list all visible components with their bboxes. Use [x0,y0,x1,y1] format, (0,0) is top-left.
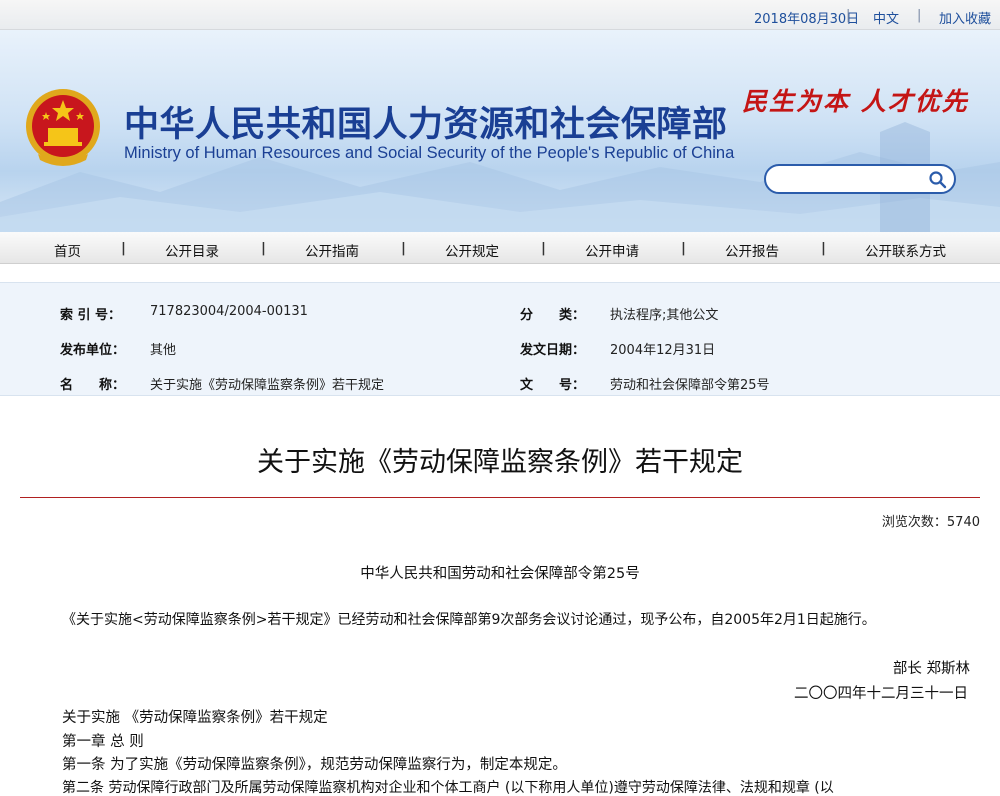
current-date: 2018年08月30日 [754,12,860,27]
nav-application[interactable]: 公开申请 [585,240,639,260]
body-line: 第二条 劳动保障行政部门及所属劳动保障监察机构对企业和个体工商户 (以下称用人单… [62,780,834,796]
index-label: 索 引 号： [60,308,122,323]
top-utility-bar: 2018年08月30日 | 中文 | 加入收藏 [0,0,1000,30]
document-metadata: 索 引 号： 717823004/2004-00131 分 类： 执法程序;其他… [0,282,1000,396]
search-box [764,164,956,194]
language-link[interactable]: 中文 [873,8,899,27]
nav-rules[interactable]: 公开规定 [445,240,499,260]
category-value: 执法程序;其他公文 [610,308,719,323]
nav-separator: | [681,240,686,256]
nav-separator: | [541,240,546,256]
nav-catalog[interactable]: 公开目录 [165,240,219,260]
search-input[interactable] [776,170,926,188]
doc-number-value: 劳动和社会保障部令第25号 [610,378,770,393]
category-label: 分 类： [520,308,586,323]
national-emblem-icon [26,89,100,166]
signer: 部长 郑斯林 [892,661,970,677]
title-divider [20,497,980,498]
article-title: 关于实施《劳动保障监察条例》若干规定 [257,447,743,478]
name-label: 名 称： [60,378,126,393]
issuer-label: 发布单位： [60,343,126,358]
doc-number-label: 文 号： [520,378,586,393]
body-line: 第一章 总 则 [62,734,144,750]
nav-report[interactable]: 公开报告 [725,240,779,260]
name-value: 关于实施《劳动保障监察条例》若干规定 [150,378,385,393]
add-favorite-link[interactable]: 加入收藏 [939,8,991,27]
site-title-cn: 中华人民共和国人力资源和社会保障部 [124,105,728,145]
topbar-separator: | [846,8,851,23]
index-value: 717823004/2004-00131 [150,304,308,319]
topbar-separator: | [917,8,922,23]
nav-contact[interactable]: 公开联系方式 [865,240,946,260]
nav-separator: | [401,240,406,256]
nav-home[interactable]: 首页 [54,240,81,260]
site-title-en: Ministry of Human Resources and Social S… [124,144,735,162]
issue-date-value: 2004年12月31日 [610,343,716,358]
issuer-value: 其他 [150,343,177,358]
announcement: 《关于实施<劳动保障监察条例>若干规定》已经劳动和社会保障部第9次部务会议讨论通… [62,612,876,628]
slogan: 民生为本 人才优先 [742,87,969,116]
sign-date: 二〇〇四年十二月三十一日 [794,686,968,702]
main-navigation: 首页 | 公开目录 | 公开指南 | 公开规定 | 公开申请 | 公开报告 | … [0,232,1000,264]
nav-separator: | [261,240,266,256]
issue-date-label: 发文日期： [520,343,586,358]
nav-guide[interactable]: 公开指南 [305,240,359,260]
nav-separator: | [821,240,826,256]
order-number: 中华人民共和国劳动和社会保障部令第25号 [360,566,640,582]
site-banner: 中华人民共和国人力资源和社会保障部 Ministry of Human Reso… [0,30,1000,232]
body-line: 第一条 为了实施《劳动保障监察条例》，规范劳动保障监察行为，制定本规定。 [62,757,567,773]
view-count: 浏览次数：5740 [881,515,980,530]
nav-separator: | [121,240,126,256]
search-icon[interactable] [928,170,948,190]
body-line: 关于实施 《劳动保障监察条例》若干规定 [62,710,328,726]
